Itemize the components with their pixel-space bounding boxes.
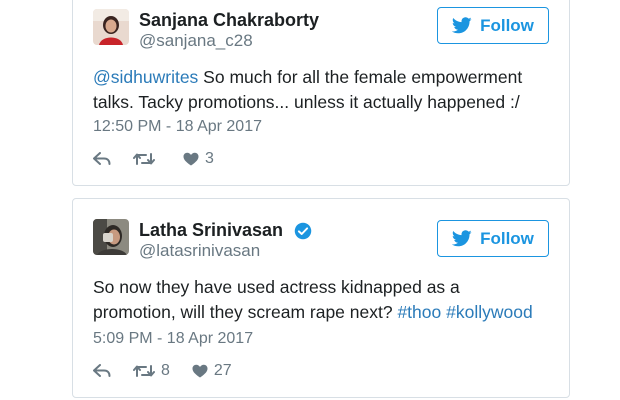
tweet-text-line1: So much for all the female empowerment <box>198 67 523 87</box>
follow-button[interactable]: Follow <box>437 220 549 257</box>
reply-button[interactable] <box>93 152 111 166</box>
like-count: 27 <box>213 362 232 379</box>
timestamp-link[interactable]: 12:50 PM - 18 Apr 2017 <box>93 118 262 136</box>
author-name[interactable]: Latha Srinivasan <box>139 220 283 240</box>
retweet-icon <box>133 365 155 377</box>
retweet-button[interactable] <box>133 152 161 166</box>
heart-icon <box>183 152 199 166</box>
tweet-card: Sanjana Chakraborty @sanjana_c28 Follow … <box>72 0 570 186</box>
tweet-actions: 3 <box>93 150 236 168</box>
mention-link[interactable]: @sidhuwrites <box>93 67 198 87</box>
like-button[interactable]: 27 <box>192 362 232 380</box>
tweet-actions: 8 27 <box>93 362 254 380</box>
twitter-bird-icon <box>452 17 472 34</box>
like-button[interactable]: 3 <box>183 150 214 168</box>
follow-label: Follow <box>480 15 534 35</box>
avatar[interactable] <box>93 9 129 45</box>
reply-icon <box>93 152 111 165</box>
tweet-text: So now they have used actress kidnapped … <box>93 275 549 325</box>
tweet-text-line2: promotion, will they scream rape next? <box>93 302 398 322</box>
reply-button[interactable] <box>93 364 111 378</box>
tweet-text-line2: talks. Tacky promotions... unless it act… <box>93 92 520 112</box>
hashtag-link[interactable]: #thoo <box>397 302 441 322</box>
retweet-button[interactable]: 8 <box>133 362 170 380</box>
timestamp-link[interactable]: 5:09 PM - 18 Apr 2017 <box>93 330 253 348</box>
tweet-card: Latha Srinivasan @latasrinivasan Follow … <box>72 198 570 398</box>
reply-icon <box>93 364 111 377</box>
author-name-row: Latha Srinivasan <box>139 220 312 241</box>
avatar[interactable] <box>93 219 129 255</box>
tweet-text-line1: So now they have used actress kidnapped … <box>93 277 460 297</box>
tweet-text: @sidhuwrites So much for all the female … <box>93 65 549 115</box>
verified-badge-icon <box>294 223 312 240</box>
follow-button[interactable]: Follow <box>437 7 549 44</box>
follow-label: Follow <box>480 228 534 248</box>
like-count: 3 <box>205 150 214 167</box>
retweet-count: 8 <box>161 362 170 379</box>
author-name[interactable]: Sanjana Chakraborty <box>139 10 319 31</box>
author-handle[interactable]: @latasrinivasan <box>139 241 260 261</box>
hashtag-link[interactable]: #kollywood <box>446 302 533 322</box>
twitter-bird-icon <box>452 230 472 247</box>
author-handle[interactable]: @sanjana_c28 <box>139 31 253 51</box>
retweet-icon <box>133 153 155 165</box>
heart-icon <box>192 364 208 378</box>
